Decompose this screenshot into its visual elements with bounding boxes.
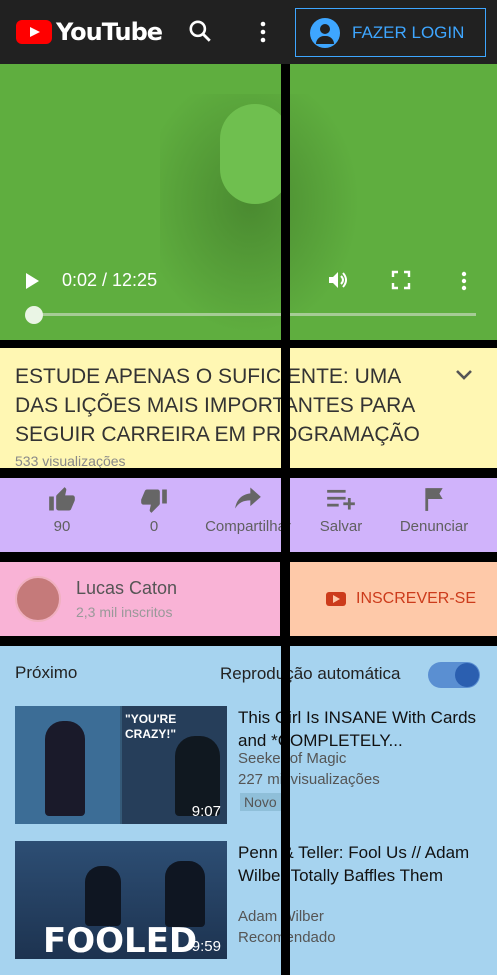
time-display: 0:02 / 12:25 [62, 270, 158, 290]
horizontal-divider [0, 340, 497, 348]
volume-icon[interactable] [326, 268, 350, 297]
horizontal-divider [0, 636, 497, 646]
autoplay-label: Reprodução automática [220, 664, 401, 683]
thumbnail-caption: FOOLED [43, 921, 198, 959]
avatar[interactable] [15, 576, 61, 622]
video-duration: 9:07 [191, 803, 221, 820]
video-thumbnail[interactable]: "YOU'RE CRAZY!" 9:07 [15, 706, 227, 824]
player-more-icon[interactable] [459, 270, 469, 297]
thumbs-up-icon [17, 486, 107, 518]
horizontal-divider [0, 552, 497, 562]
dislike-count: 0 [149, 518, 159, 535]
autoplay-toggle-knob[interactable] [455, 663, 479, 687]
horizontal-divider [0, 468, 497, 478]
video-player[interactable] [0, 64, 497, 340]
progress-bar[interactable] [30, 313, 476, 316]
next-video-title[interactable]: Penn & Teller: Fool Us // Adam Wilber To… [238, 841, 488, 887]
flag-icon [389, 486, 479, 518]
new-badge: Novo [240, 793, 281, 811]
up-next-label: Próximo [15, 663, 78, 682]
login-label: FAZER LOGIN [352, 22, 465, 42]
thumbnail-caption: "YOU'RE CRAZY!" [125, 712, 177, 741]
view-count: 533 visualizações [15, 453, 126, 469]
video-thumbnail[interactable]: FOOLED 9:59 [15, 841, 227, 959]
subscribe-button[interactable]: INSCREVER-SE [326, 590, 476, 608]
next-video-title[interactable]: This Girl Is INSANE With Cards and *COMP… [238, 706, 488, 752]
logo-text: YouTube [56, 18, 163, 46]
youtube-logo[interactable]: YouTube [16, 18, 163, 46]
search-icon[interactable] [187, 18, 213, 50]
like-button[interactable]: 90 [17, 486, 107, 535]
video-duration: 9:59 [191, 938, 221, 955]
playlist-add-icon [296, 486, 386, 518]
chevron-down-icon[interactable] [455, 364, 473, 387]
subscribe-label: INSCREVER-SE [356, 590, 477, 607]
thumbs-down-icon [109, 486, 199, 518]
report-button[interactable]: Denunciar [389, 486, 479, 535]
fullscreen-icon[interactable] [391, 270, 411, 295]
subscriber-count: 2,3 mil inscritos [76, 604, 173, 620]
play-icon[interactable] [24, 272, 40, 295]
login-button[interactable]: FAZER LOGIN [295, 8, 486, 57]
account-icon [310, 17, 340, 48]
youtube-icon [326, 592, 346, 606]
like-count: 90 [53, 518, 71, 535]
youtube-logo-icon [16, 20, 52, 44]
save-button[interactable]: Salvar [296, 486, 386, 535]
more-vert-icon[interactable] [258, 20, 268, 49]
vertical-divider [281, 64, 290, 975]
next-video-views: 227 mil visualizações [238, 771, 380, 788]
report-label: Denunciar [399, 518, 469, 535]
progress-scrubber[interactable] [25, 306, 43, 324]
channel-name[interactable]: Lucas Caton [76, 578, 177, 599]
next-video-channel: Seeker of Magic [238, 750, 347, 767]
save-label: Salvar [319, 518, 363, 535]
dislike-button[interactable]: 0 [109, 486, 199, 535]
video-title: ESTUDE APENAS O SUFICIENTE: UMA DAS LIÇÕ… [15, 365, 420, 446]
